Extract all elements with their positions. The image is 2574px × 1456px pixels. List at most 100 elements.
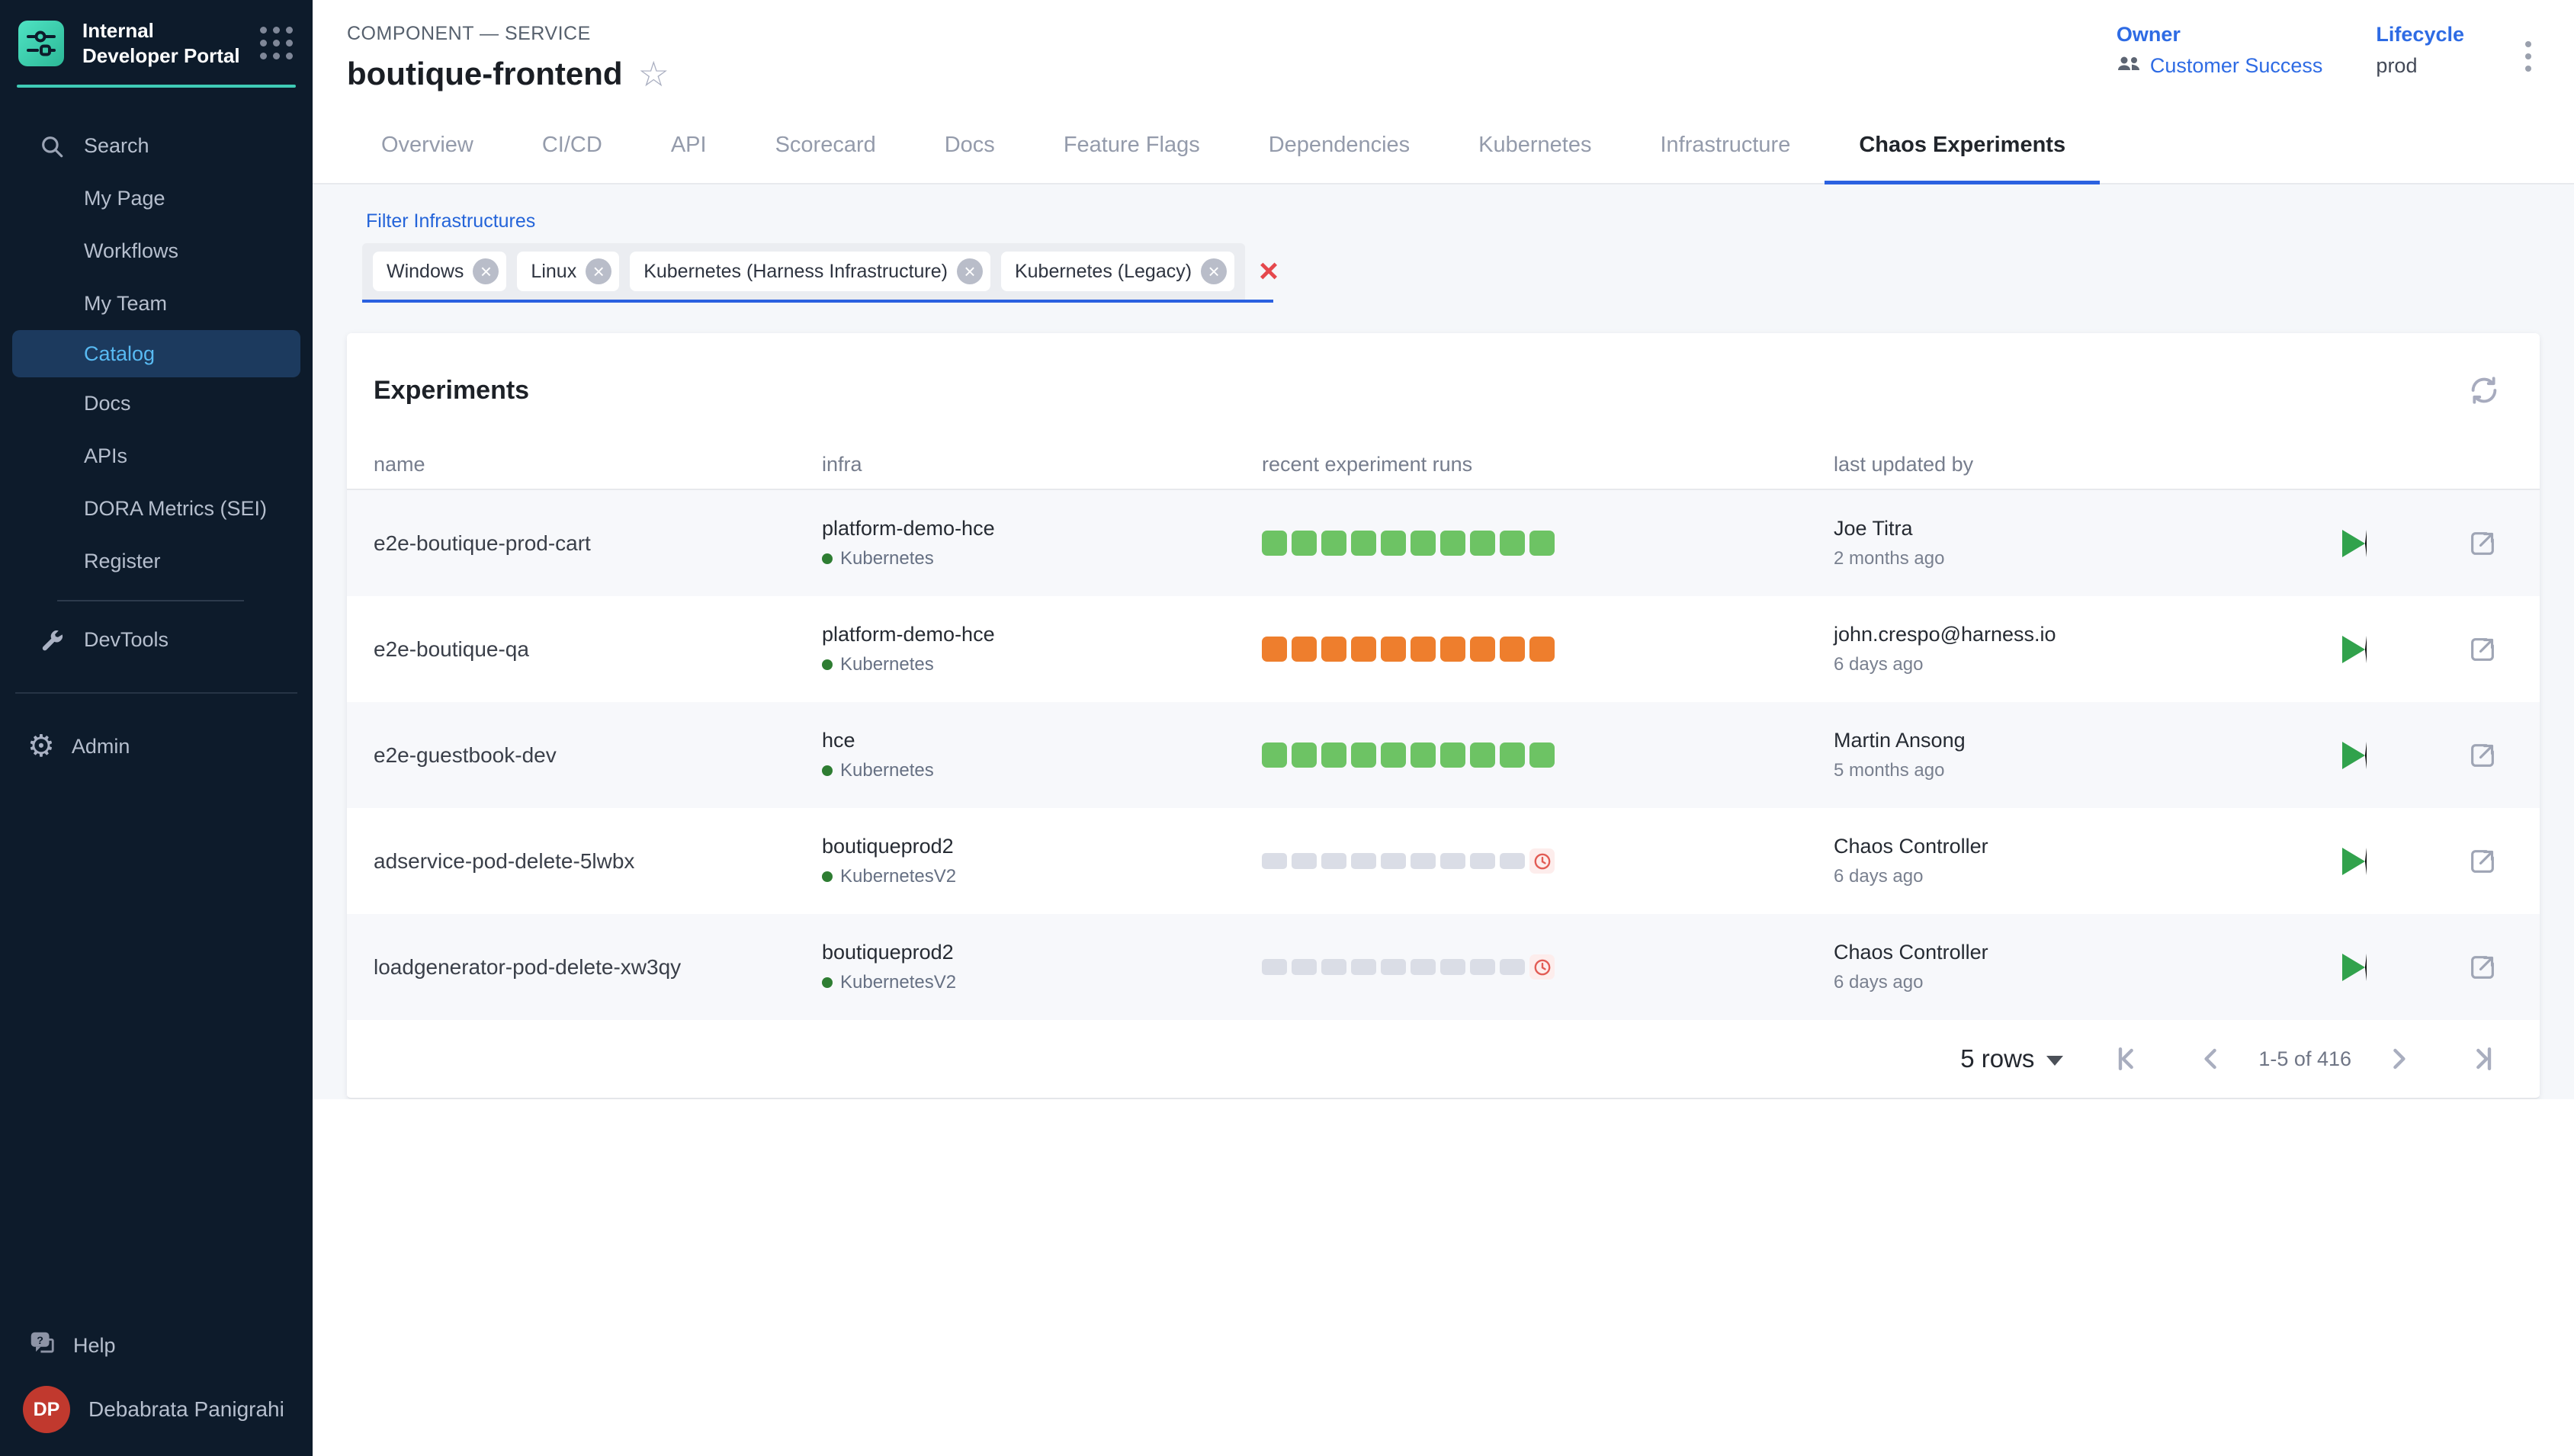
run-failed-square[interactable]	[1470, 637, 1495, 662]
open-experiment-icon[interactable]	[2467, 846, 2498, 877]
remove-chip-icon[interactable]: ×	[473, 258, 499, 284]
remove-chip-icon[interactable]: ×	[957, 258, 983, 284]
refresh-icon[interactable]	[2466, 373, 2502, 408]
run-passed-square[interactable]	[1529, 531, 1555, 556]
sidebar-item-register[interactable]: Register	[0, 535, 313, 588]
run-empty-square[interactable]	[1321, 959, 1346, 975]
tab-chaos-experiments[interactable]: Chaos Experiments	[1825, 108, 2100, 184]
run-empty-square[interactable]	[1381, 853, 1406, 869]
sidebar-item-help[interactable]: ? Help	[0, 1319, 313, 1372]
sidebar-item-apis[interactable]: APIs	[0, 430, 313, 483]
last-page-button[interactable]	[2464, 1042, 2498, 1076]
filter-infrastructures-link[interactable]: Filter Infrastructures	[366, 210, 535, 233]
run-experiment-button[interactable]	[2342, 636, 2367, 663]
sidebar-item-admin[interactable]: ⚙ Admin	[0, 720, 313, 773]
run-passed-square[interactable]	[1470, 742, 1495, 768]
run-failed-square[interactable]	[1411, 637, 1436, 662]
run-passed-square[interactable]	[1351, 531, 1376, 556]
next-page-button[interactable]	[2382, 1042, 2415, 1076]
open-experiment-icon[interactable]	[2467, 740, 2498, 771]
run-failed-square[interactable]	[1440, 637, 1465, 662]
run-passed-square[interactable]	[1381, 531, 1406, 556]
open-experiment-icon[interactable]	[2467, 634, 2498, 665]
run-experiment-button[interactable]	[2342, 954, 2367, 981]
run-passed-square[interactable]	[1292, 531, 1317, 556]
run-empty-square[interactable]	[1381, 959, 1406, 975]
first-page-button[interactable]	[2112, 1042, 2146, 1076]
remove-chip-icon[interactable]: ×	[586, 258, 611, 284]
rows-per-page-select[interactable]: 5 rows	[1960, 1044, 2063, 1073]
run-empty-square[interactable]	[1470, 959, 1495, 975]
sidebar-item-workflows[interactable]: Workflows	[0, 225, 313, 277]
run-experiment-button[interactable]	[2342, 848, 2367, 875]
sidebar-user[interactable]: DP Debabrata Panigrahi	[0, 1372, 313, 1456]
run-empty-square[interactable]	[1262, 853, 1287, 869]
run-empty-square[interactable]	[1500, 853, 1525, 869]
open-experiment-icon[interactable]	[2467, 952, 2498, 983]
run-empty-square[interactable]	[1262, 959, 1287, 975]
run-empty-square[interactable]	[1351, 853, 1376, 869]
kebab-menu-icon[interactable]	[2518, 30, 2539, 82]
run-failed-square[interactable]	[1500, 637, 1525, 662]
tab-kubernetes[interactable]: Kubernetes	[1444, 108, 1626, 184]
tab-api[interactable]: API	[637, 108, 741, 184]
run-empty-square[interactable]	[1440, 959, 1465, 975]
run-empty-square[interactable]	[1440, 853, 1465, 869]
favorite-star-icon[interactable]: ☆	[638, 56, 669, 91]
run-failed-square[interactable]	[1262, 637, 1287, 662]
run-empty-square[interactable]	[1292, 959, 1317, 975]
run-empty-square[interactable]	[1292, 853, 1317, 869]
run-passed-square[interactable]	[1321, 742, 1346, 768]
run-empty-square[interactable]	[1411, 853, 1436, 869]
sidebar-item-my-team[interactable]: My Team	[0, 277, 313, 330]
owner-link[interactable]: Customer Success	[2117, 54, 2323, 78]
run-failed-square[interactable]	[1351, 637, 1376, 662]
run-passed-square[interactable]	[1381, 742, 1406, 768]
run-empty-square[interactable]	[1411, 959, 1436, 975]
tab-ci-cd[interactable]: CI/CD	[508, 108, 637, 184]
run-empty-square[interactable]	[1321, 853, 1346, 869]
run-failed-square[interactable]	[1381, 637, 1406, 662]
filter-chips-box[interactable]: Windows×Linux×Kubernetes (Harness Infras…	[362, 243, 1245, 300]
run-passed-square[interactable]	[1440, 742, 1465, 768]
sidebar-item-devtools[interactable]: DevTools	[0, 614, 313, 666]
run-passed-square[interactable]	[1500, 531, 1525, 556]
run-failed-square[interactable]	[1292, 637, 1317, 662]
run-passed-square[interactable]	[1500, 742, 1525, 768]
tab-dependencies[interactable]: Dependencies	[1234, 108, 1444, 184]
sidebar-item-docs[interactable]: Docs	[0, 377, 313, 430]
run-passed-square[interactable]	[1440, 531, 1465, 556]
run-empty-square[interactable]	[1351, 959, 1376, 975]
sidebar-item-dora-metrics-sei[interactable]: DORA Metrics (SEI)	[0, 483, 313, 535]
clear-filters-icon[interactable]: ×	[1245, 255, 1292, 288]
run-passed-square[interactable]	[1321, 531, 1346, 556]
filter-input[interactable]: Windows×Linux×Kubernetes (Harness Infras…	[362, 243, 1273, 303]
sidebar-item-catalog[interactable]: Catalog	[12, 330, 300, 377]
sidebar-item-search[interactable]: Search	[0, 120, 313, 172]
tab-infrastructure[interactable]: Infrastructure	[1626, 108, 1825, 184]
tab-overview[interactable]: Overview	[347, 108, 508, 184]
run-passed-square[interactable]	[1262, 531, 1287, 556]
run-failed-square[interactable]	[1321, 637, 1346, 662]
tab-feature-flags[interactable]: Feature Flags	[1029, 108, 1234, 184]
remove-chip-icon[interactable]: ×	[1201, 258, 1227, 284]
run-scheduled-clock-icon[interactable]	[1529, 954, 1555, 980]
run-failed-square[interactable]	[1529, 637, 1555, 662]
run-empty-square[interactable]	[1500, 959, 1525, 975]
app-switcher-grid-icon[interactable]	[260, 27, 293, 59]
run-passed-square[interactable]	[1411, 742, 1436, 768]
run-passed-square[interactable]	[1411, 531, 1436, 556]
run-scheduled-clock-icon[interactable]	[1529, 848, 1555, 874]
run-passed-square[interactable]	[1351, 742, 1376, 768]
prev-page-button[interactable]	[2194, 1042, 2228, 1076]
run-passed-square[interactable]	[1470, 531, 1495, 556]
run-experiment-button[interactable]	[2342, 530, 2367, 557]
open-experiment-icon[interactable]	[2467, 528, 2498, 559]
run-experiment-button[interactable]	[2342, 742, 2367, 769]
tab-docs[interactable]: Docs	[910, 108, 1029, 184]
tab-scorecard[interactable]: Scorecard	[741, 108, 910, 184]
run-passed-square[interactable]	[1292, 742, 1317, 768]
sidebar-item-my-page[interactable]: My Page	[0, 172, 313, 225]
run-passed-square[interactable]	[1529, 742, 1555, 768]
run-empty-square[interactable]	[1470, 853, 1495, 869]
